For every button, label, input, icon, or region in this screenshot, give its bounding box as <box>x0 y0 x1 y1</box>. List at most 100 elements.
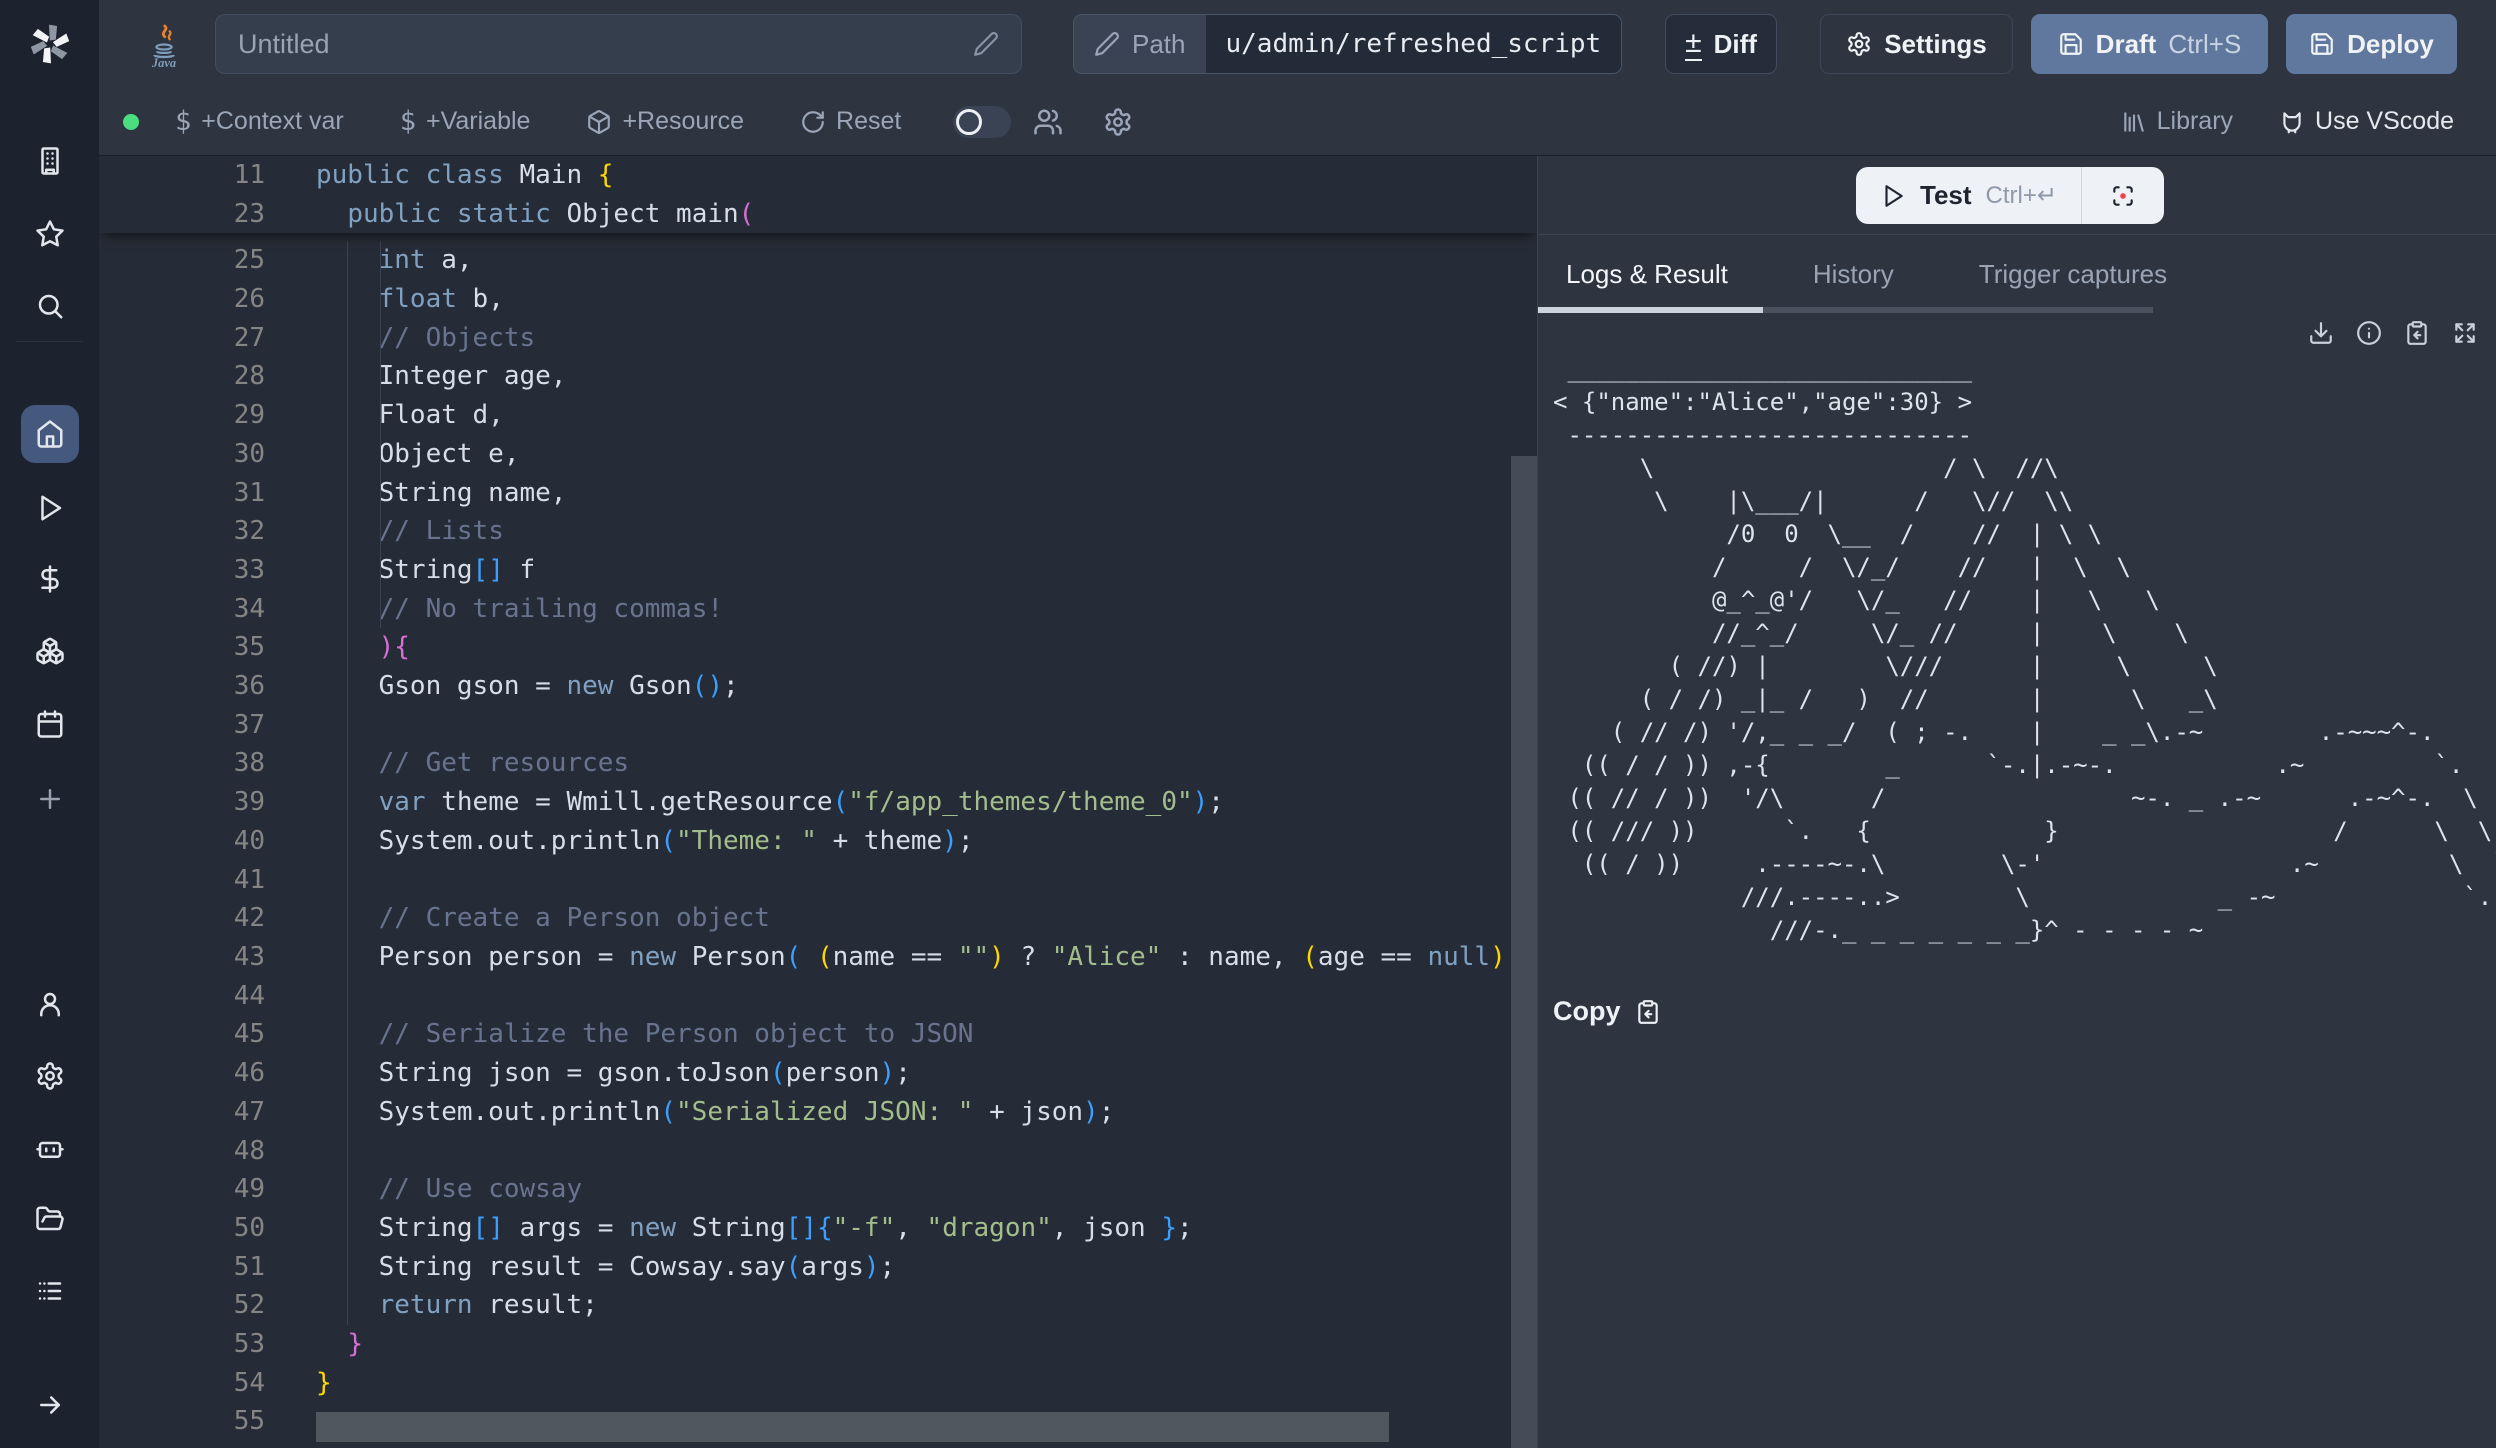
deploy-button[interactable]: Deploy <box>2286 14 2457 74</box>
tab-history[interactable]: History <box>1813 259 1894 290</box>
code-line-34[interactable]: 34 // No trailing commas! <box>99 589 1537 628</box>
editor-horizontal-scrollbar[interactable] <box>316 1412 1389 1442</box>
collaborators-button[interactable] <box>1033 107 1063 137</box>
line-number: 43 <box>99 942 265 972</box>
code-line-45[interactable]: 45 // Serialize the Person object to JSO… <box>99 1015 1537 1054</box>
settings-button[interactable]: Settings <box>1820 14 2013 74</box>
code-line-28[interactable]: 28 Integer age, <box>99 357 1537 396</box>
script-title-value: Untitled <box>238 29 330 60</box>
save-icon <box>2309 31 2335 57</box>
bot-icon <box>35 1133 65 1163</box>
boxes-icon <box>35 636 65 666</box>
code-editor[interactable]: 25 int a,26 float b,27 // Objects28 Inte… <box>99 156 1537 1448</box>
code-line-32[interactable]: 32 // Lists <box>99 512 1537 551</box>
sidebar-item-list[interactable] <box>0 1276 99 1306</box>
add-variable-label: +Variable <box>426 107 530 136</box>
edit-path-pencil-icon <box>1094 31 1120 57</box>
draft-button[interactable]: Draft Ctrl+S <box>2031 14 2268 74</box>
copy-to-clipboard-icon[interactable] <box>2404 320 2430 346</box>
code-line-27[interactable]: 27 // Objects <box>99 318 1537 357</box>
code-text: } <box>316 1368 332 1398</box>
sidebar-item-boxes[interactable] <box>0 636 99 666</box>
sidebar-item-folder-open[interactable] <box>0 1204 99 1234</box>
sidebar-item-star[interactable] <box>0 219 99 249</box>
code-line-43[interactable]: 43 Person person = new Person( (name == … <box>99 938 1537 977</box>
path-field[interactable]: Path u/admin/refreshed_script <box>1073 14 1622 74</box>
add-context-var-button[interactable]: $ +Context var <box>175 106 344 137</box>
add-variable-button[interactable]: $ +Variable <box>400 106 531 137</box>
code-line-29[interactable]: 29 Float d, <box>99 396 1537 435</box>
sidebar-item-play[interactable] <box>0 493 99 523</box>
code-text: // Create a Person object <box>316 903 770 933</box>
code-line-40[interactable]: 40 System.out.println("Theme: " + theme)… <box>99 822 1537 861</box>
code-line-48[interactable]: 48 <box>99 1131 1537 1170</box>
sidebar-item-bot[interactable] <box>0 1133 99 1163</box>
code-line-25[interactable]: 25 int a, <box>99 241 1537 280</box>
code-text: var theme = Wmill.getResource("f/app_the… <box>316 787 1224 817</box>
add-resource-button[interactable]: +Resource <box>586 107 744 136</box>
sidebar-item-arrow-right[interactable] <box>0 1390 99 1420</box>
code-line-53[interactable]: 53 } <box>99 1325 1537 1364</box>
info-icon[interactable] <box>2356 320 2382 346</box>
sidebar-item-home[interactable] <box>0 405 99 463</box>
code-text: String json = gson.toJson(person); <box>316 1058 911 1088</box>
code-line-50[interactable]: 50 String[] args = new String[]{"-f", "d… <box>99 1209 1537 1248</box>
path-label-segment[interactable]: Path <box>1074 15 1206 73</box>
code-line-26[interactable]: 26 float b, <box>99 280 1537 319</box>
sidebar-item-user[interactable] <box>0 989 99 1019</box>
line-number: 38 <box>99 748 265 778</box>
copy-result-button[interactable]: Copy <box>1553 996 2496 1027</box>
code-line-49[interactable]: 49 // Use cowsay <box>99 1170 1537 1209</box>
test-button[interactable]: Test Ctrl+↵ <box>1856 167 2081 224</box>
code-text: } <box>316 1329 363 1359</box>
code-text: float b, <box>316 284 504 314</box>
arrow-right-icon <box>35 1390 65 1420</box>
code-line-41[interactable]: 41 <box>99 860 1537 899</box>
sidebar-item-dollar[interactable] <box>0 564 99 594</box>
editor-vertical-scrollbar[interactable] <box>1511 456 1537 1448</box>
assistant-toggle[interactable] <box>953 106 1011 138</box>
sidebar-item-search[interactable] <box>0 291 99 321</box>
code-line-38[interactable]: 38 // Get resources <box>99 744 1537 783</box>
code-line-42[interactable]: 42 // Create a Person object <box>99 899 1537 938</box>
library-button[interactable]: Library <box>2121 107 2233 136</box>
reset-label: Reset <box>836 107 901 136</box>
download-result-icon[interactable] <box>2308 320 2334 346</box>
sidebar-item-building[interactable] <box>0 146 99 176</box>
diff-button[interactable]: ± Diff <box>1665 14 1777 74</box>
edit-title-pencil-icon[interactable] <box>973 31 999 57</box>
code-line-51[interactable]: 51 String result = Cowsay.say(args); <box>99 1247 1537 1286</box>
test-split-button[interactable]: Test Ctrl+↵ <box>1856 167 2164 224</box>
reset-button[interactable]: Reset <box>800 107 901 136</box>
java-language-icon: Java <box>144 24 184 68</box>
tab-logs-result[interactable]: Logs & Result <box>1566 259 1728 290</box>
sticky-scroll-header[interactable]: 11public class Main {23 public static Ob… <box>99 156 1537 233</box>
code-line-46[interactable]: 46 String json = gson.toJson(person); <box>99 1054 1537 1093</box>
tab-trigger-captures[interactable]: Trigger captures <box>1979 259 2167 290</box>
sidebar-item-settings[interactable] <box>0 1061 99 1091</box>
code-line-36[interactable]: 36 Gson gson = new Gson(); <box>99 667 1537 706</box>
star-icon <box>35 219 65 249</box>
capture-run-button[interactable] <box>2082 167 2164 224</box>
code-line-52[interactable]: 52 return result; <box>99 1286 1537 1325</box>
sidebar-item-plus[interactable] <box>0 784 99 814</box>
code-line-54[interactable]: 54} <box>99 1363 1537 1402</box>
code-line-23[interactable]: 23 public static Object main( <box>99 195 1537 234</box>
sidebar-item-calendar[interactable] <box>0 709 99 739</box>
script-title-input[interactable]: Untitled <box>215 14 1022 74</box>
code-line-47[interactable]: 47 System.out.println("Serialized JSON: … <box>99 1092 1537 1131</box>
code-line-33[interactable]: 33 String[] f <box>99 551 1537 590</box>
code-line-44[interactable]: 44 <box>99 976 1537 1015</box>
code-line-31[interactable]: 31 String name, <box>99 473 1537 512</box>
code-line-39[interactable]: 39 var theme = Wmill.getResource("f/app_… <box>99 783 1537 822</box>
code-line-11[interactable]: 11public class Main { <box>99 156 1537 195</box>
code-line-35[interactable]: 35 ){ <box>99 628 1537 667</box>
code-line-30[interactable]: 30 Object e, <box>99 435 1537 474</box>
test-header: Test Ctrl+↵ <box>1538 156 2496 235</box>
editor-settings-button[interactable] <box>1103 107 1133 137</box>
use-vscode-button[interactable]: Use VScode <box>2279 107 2454 136</box>
windmill-logo[interactable] <box>0 0 99 88</box>
copy-label: Copy <box>1553 996 1621 1027</box>
expand-result-icon[interactable] <box>2452 320 2478 346</box>
code-line-37[interactable]: 37 <box>99 705 1537 744</box>
